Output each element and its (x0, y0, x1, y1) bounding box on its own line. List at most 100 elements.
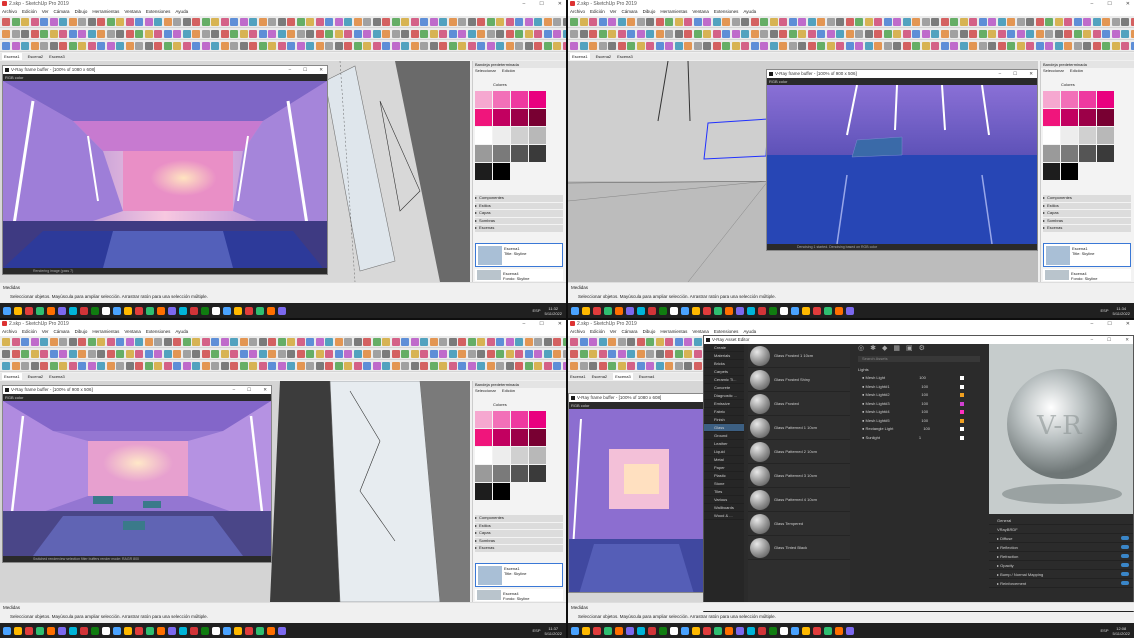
color-swatch[interactable] (475, 127, 492, 144)
menu-camara[interactable]: Cámara (54, 8, 70, 16)
toolbar-tool-icon[interactable] (391, 349, 400, 358)
tray-tab-select[interactable]: Seleccionar (1043, 68, 1064, 74)
toolbar-tool-icon[interactable] (220, 41, 229, 50)
toolbar-tool-icon[interactable] (731, 41, 740, 50)
toolbar-tool-icon[interactable] (49, 41, 58, 50)
fb-close-button[interactable]: ✕ (319, 66, 323, 74)
toolbar-tool-icon[interactable] (249, 361, 257, 370)
toolbar-tool-icon[interactable] (712, 29, 721, 38)
taskbar-app-icon[interactable] (835, 626, 843, 635)
toolbar-tool-icon[interactable] (11, 41, 20, 50)
light-color-chip[interactable] (959, 418, 964, 423)
toolbar-tool-icon[interactable] (277, 337, 286, 346)
toolbar-tool-icon[interactable] (589, 361, 597, 370)
toolbar-tool-icon[interactable] (40, 337, 48, 346)
taskbar-app-icon[interactable] (179, 306, 187, 315)
taskbar-app-icon[interactable] (692, 626, 700, 635)
toolbar-tool-icon[interactable] (921, 17, 930, 26)
toolbar-tool-icon[interactable] (570, 349, 578, 358)
toolbar-tool-icon[interactable] (1007, 29, 1015, 38)
taskbar-app-icon[interactable] (201, 626, 209, 635)
taskbar-app-icon[interactable] (25, 626, 33, 635)
toolbar-tool-icon[interactable] (515, 361, 523, 370)
tab-escena2[interactable]: Escena2 (592, 373, 608, 380)
taskbar-app-icon[interactable] (703, 626, 711, 635)
toolbar-tool-icon[interactable] (655, 41, 664, 50)
material-list-item[interactable]: Glass Frosted 1 10cm (748, 344, 850, 368)
toolbar-tool-icon[interactable] (1121, 29, 1129, 38)
taskbar-app-icon[interactable] (813, 626, 821, 635)
toolbar-tool-icon[interactable] (87, 29, 96, 38)
toolbar-tool-icon[interactable] (807, 17, 816, 26)
toolbar-tool-icon[interactable] (239, 41, 248, 50)
toolbar-tool-icon[interactable] (1121, 41, 1129, 50)
toolbar-tool-icon[interactable] (515, 337, 523, 346)
taskbar-app-icon[interactable] (267, 306, 275, 315)
taskbar-app-icon[interactable] (659, 626, 667, 635)
light-color-chip[interactable] (960, 435, 964, 440)
toolbar-tool-icon[interactable] (11, 361, 20, 370)
taskbar-app-icon[interactable] (593, 306, 601, 315)
toolbar-tool-icon[interactable] (543, 349, 552, 358)
toolbar-tool-icon[interactable] (608, 17, 616, 26)
toolbar-tool-icon[interactable] (486, 29, 495, 38)
toolbar-tool-icon[interactable] (627, 41, 635, 50)
toolbar-tool-icon[interactable] (315, 361, 324, 370)
toolbar-tool-icon[interactable] (826, 17, 835, 26)
toolbar-tool-icon[interactable] (543, 29, 552, 38)
toolbar-tool-icon[interactable] (534, 41, 542, 50)
toolbar-tool-icon[interactable] (106, 41, 115, 50)
material-list-item[interactable]: Glass Tempered (748, 512, 850, 536)
material-category-item[interactable]: Tiles (704, 488, 744, 496)
toolbar-tool-icon[interactable] (562, 361, 566, 370)
toolbar-tool-icon[interactable] (249, 29, 257, 38)
toolbar-tool-icon[interactable] (496, 349, 504, 358)
toolbar-tool-icon[interactable] (401, 337, 409, 346)
taskbar-app-icon[interactable] (802, 626, 810, 635)
toolbar-tool-icon[interactable] (703, 29, 711, 38)
scene-item-selected[interactable]: Escena1 Title: Skyline (1043, 243, 1131, 267)
toolbar-tool-icon[interactable] (608, 361, 616, 370)
taskbar-app-icon[interactable] (102, 306, 110, 315)
taskbar-app-icon[interactable] (626, 306, 634, 315)
toolbar-tool-icon[interactable] (258, 41, 267, 50)
toolbar-tool-icon[interactable] (693, 29, 702, 38)
material-category-item[interactable]: Concrete (704, 384, 744, 392)
taskbar-app-icon[interactable] (157, 626, 165, 635)
toolbar-tool-icon[interactable] (182, 41, 191, 50)
taskbar-app-icon[interactable] (813, 306, 821, 315)
toolbar-tool-icon[interactable] (258, 337, 267, 346)
taskbar-app-icon[interactable] (604, 626, 612, 635)
menu-dibujo[interactable]: Dibujo (643, 8, 656, 16)
toolbar-tool-icon[interactable] (334, 17, 343, 26)
material-property-section[interactable]: ▸ Diffuse (989, 534, 1133, 543)
toolbar-tool-icon[interactable] (769, 29, 778, 38)
toolbar-tool-icon[interactable] (201, 41, 210, 50)
toolbar-tool-icon[interactable] (21, 29, 29, 38)
taskbar-app-icon[interactable] (791, 626, 799, 635)
taskbar-app-icon[interactable] (278, 306, 286, 315)
toolbar-tool-icon[interactable] (2, 361, 10, 370)
toolbar-tool-icon[interactable] (1083, 29, 1091, 38)
toolbar-tool-icon[interactable] (230, 17, 238, 26)
toolbar-tool-icon[interactable] (182, 337, 191, 346)
taskbar-app-icon[interactable] (747, 626, 755, 635)
color-swatch[interactable] (475, 447, 492, 464)
material-category-item[interactable]: Stone (704, 480, 744, 488)
toolbar-tool-icon[interactable] (486, 349, 495, 358)
light-item[interactable]: ● Mesh Light#5 100 (854, 417, 984, 426)
toolbar-tool-icon[interactable] (893, 17, 901, 26)
toolbar-tool-icon[interactable] (144, 41, 153, 50)
toolbar-tool-icon[interactable] (68, 349, 77, 358)
taskbar-app-icon[interactable] (91, 306, 99, 315)
toolbar-tool-icon[interactable] (391, 361, 400, 370)
toolbar-tool-icon[interactable] (163, 29, 172, 38)
toolbar-tool-icon[interactable] (410, 29, 419, 38)
colors-dropdown[interactable]: Colores (493, 402, 507, 407)
toolbar-tool-icon[interactable] (665, 41, 673, 50)
taskbar-app-icon[interactable] (582, 306, 590, 315)
taskbar-app-icon[interactable] (91, 626, 99, 635)
taskbar-app-icon[interactable] (102, 626, 110, 635)
taskbar-app-icon[interactable] (113, 306, 121, 315)
material-category-item[interactable]: Bricks (704, 360, 744, 368)
